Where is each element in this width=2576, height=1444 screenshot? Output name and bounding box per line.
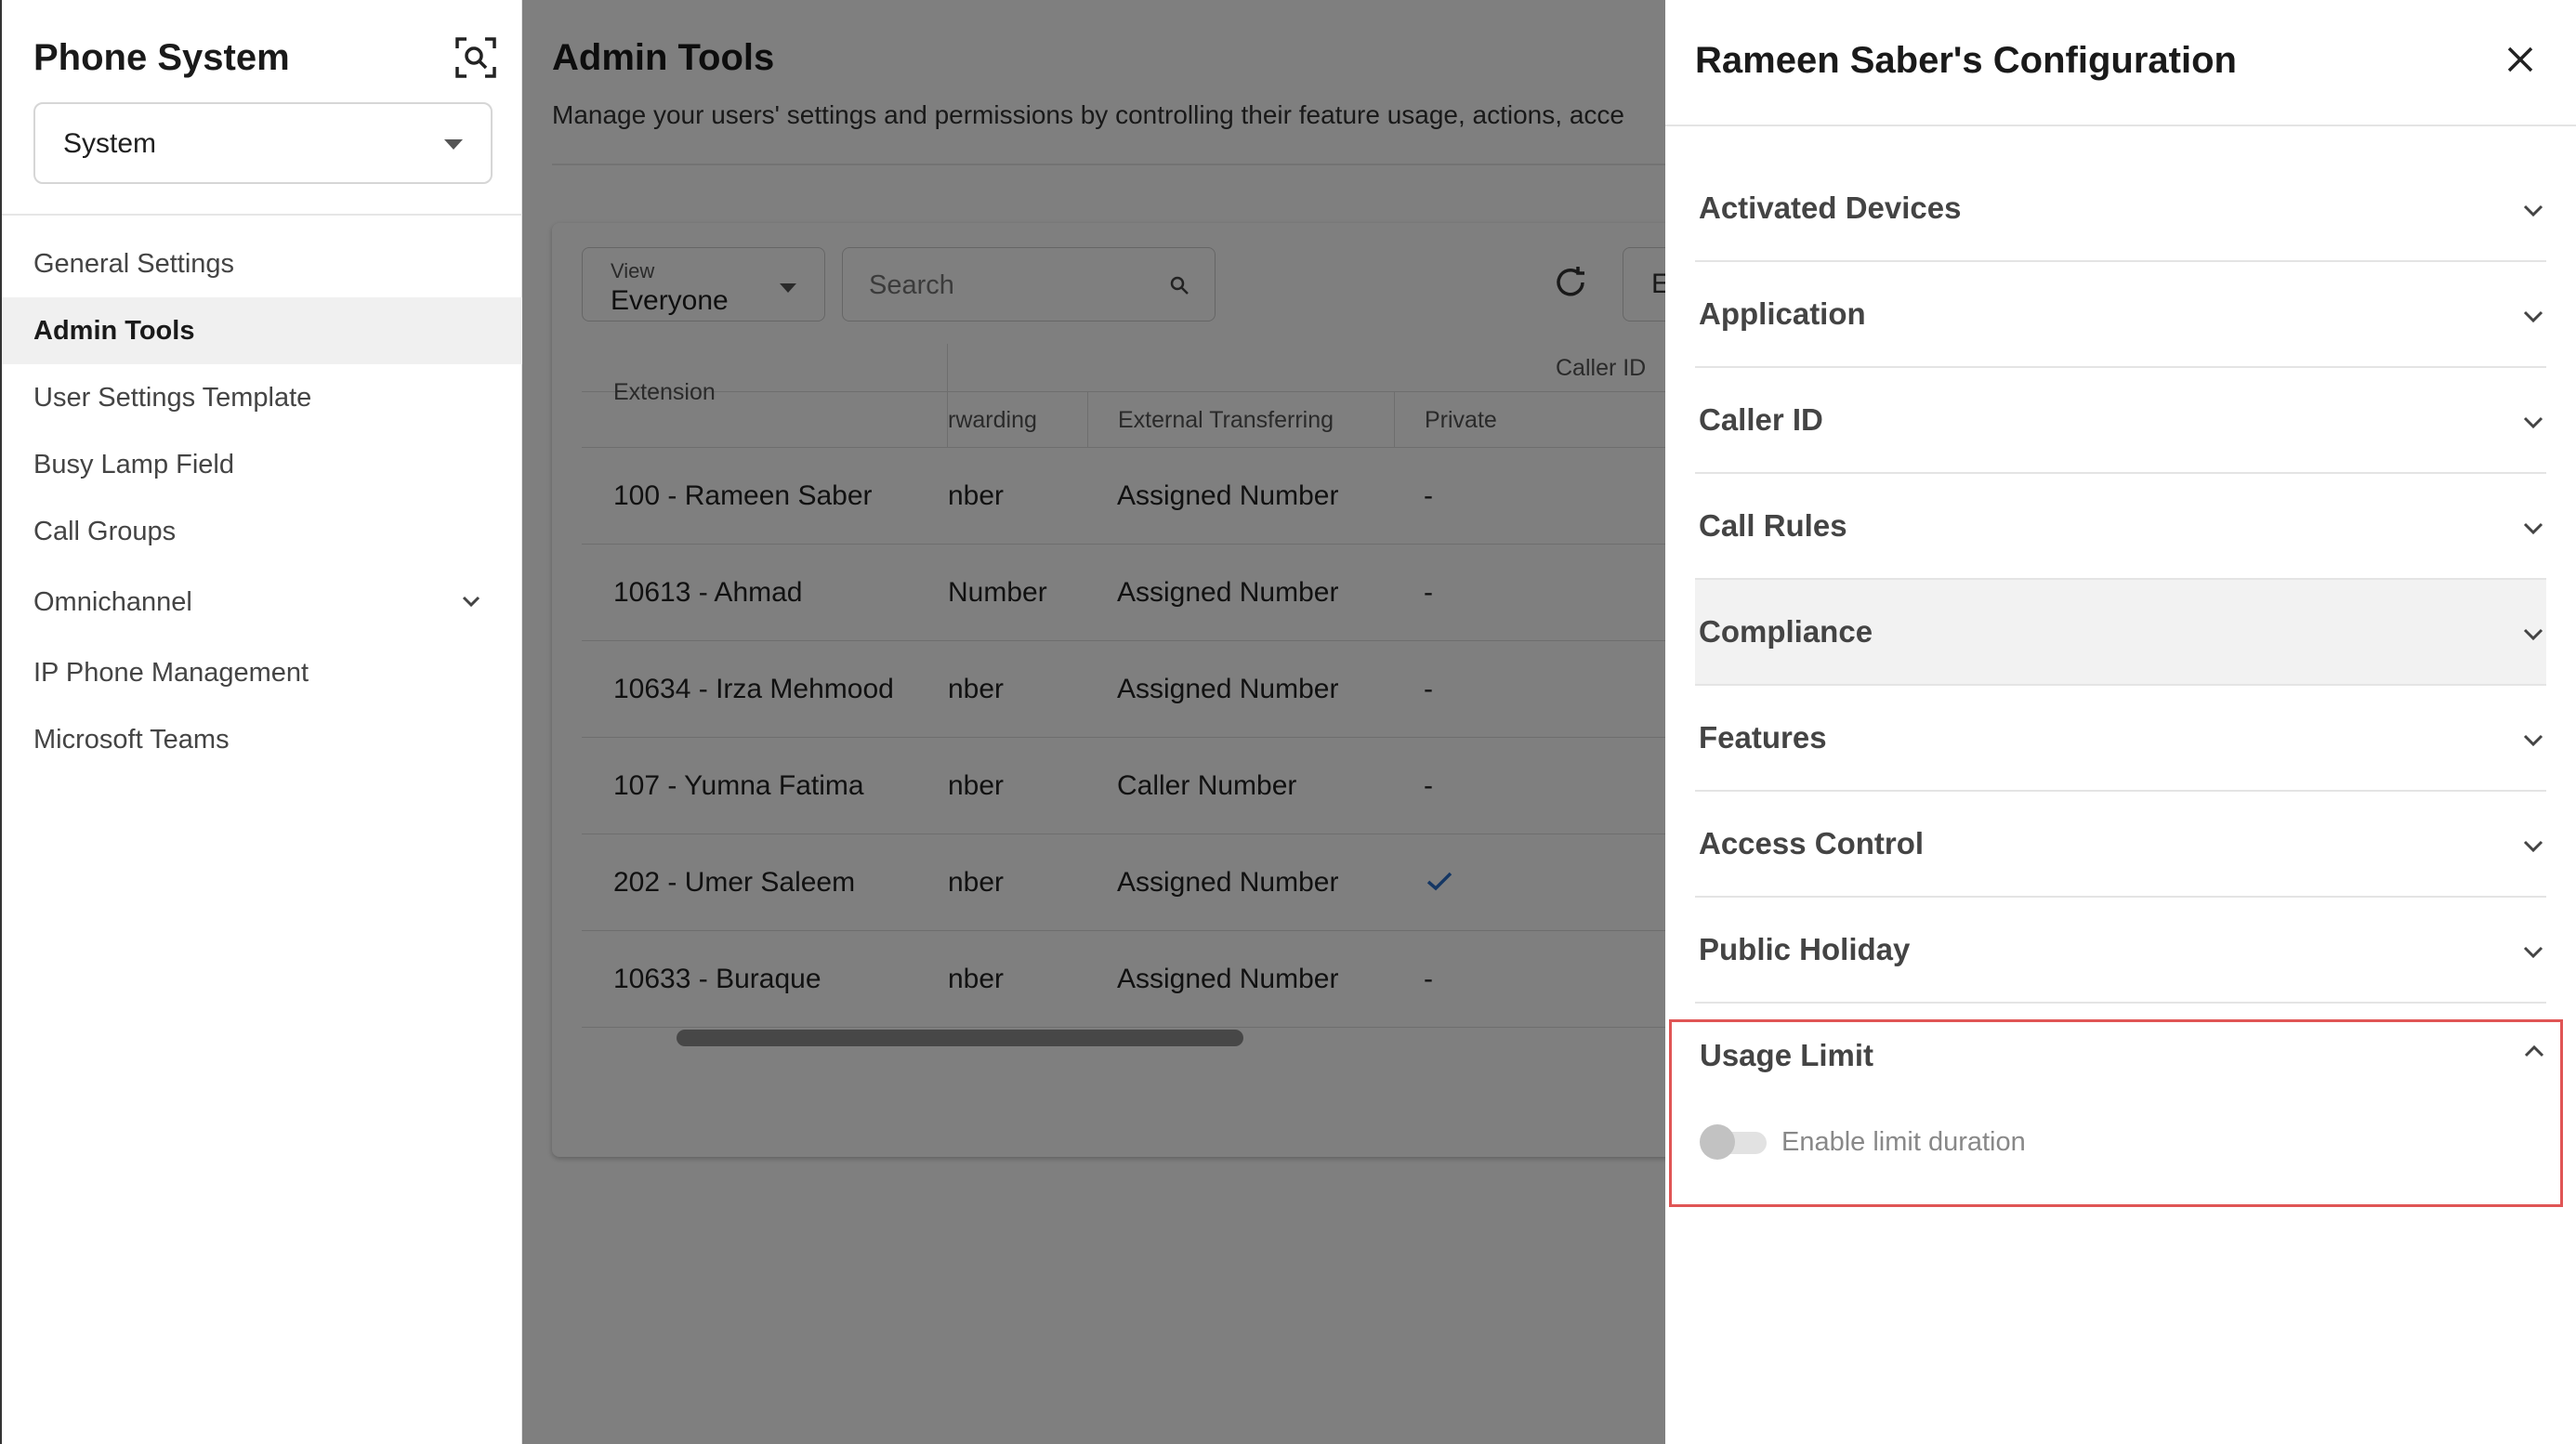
chevron-down-icon xyxy=(2523,522,2543,535)
sidebar-item-label: User Settings Template xyxy=(33,383,312,413)
toggle-thumb xyxy=(1700,1124,1735,1160)
accordion-label: Public Holiday xyxy=(1699,932,1911,966)
sidebar: Phone System System General Settings Adm… xyxy=(0,0,522,1444)
sidebar-item-label: General Settings xyxy=(33,249,235,279)
enable-limit-duration-toggle[interactable] xyxy=(1700,1124,1767,1160)
accordion-features[interactable]: Features xyxy=(1695,686,2546,792)
main-content: Admin Tools Manage your users' settings … xyxy=(522,0,1665,1444)
accordion-activated-devices[interactable]: Activated Devices xyxy=(1695,156,2546,262)
accordion-caller-id[interactable]: Caller ID xyxy=(1695,368,2546,474)
accordion-access-control[interactable]: Access Control xyxy=(1695,792,2546,898)
accordion-label: Features xyxy=(1699,720,1827,755)
sidebar-item-ip-phone-management[interactable]: IP Phone Management xyxy=(2,639,522,706)
sidebar-item-label: Omnichannel xyxy=(33,587,192,617)
sidebar-item-microsoft-teams[interactable]: Microsoft Teams xyxy=(2,706,522,773)
usage-limit-label[interactable]: Usage Limit xyxy=(1700,1035,1873,1076)
chevron-up-icon[interactable] xyxy=(2521,1039,2547,1065)
caret-down-icon xyxy=(444,139,463,150)
sidebar-item-label: Admin Tools xyxy=(33,316,195,346)
sidebar-item-label: Busy Lamp Field xyxy=(33,450,234,479)
sidebar-item-label: Call Groups xyxy=(33,517,177,546)
sidebar-divider xyxy=(2,214,522,216)
accordion-call-rules[interactable]: Call Rules xyxy=(1695,474,2546,580)
system-select[interactable]: System xyxy=(33,102,493,184)
accordion-label: Caller ID xyxy=(1699,402,1823,437)
accordion-application[interactable]: Application xyxy=(1695,262,2546,368)
sidebar-header: Phone System xyxy=(33,32,498,84)
chevron-down-icon xyxy=(2523,204,2543,217)
chevron-down-icon xyxy=(2523,946,2543,959)
sidebar-item-general-settings[interactable]: General Settings xyxy=(2,230,522,297)
sidebar-item-label: Microsoft Teams xyxy=(33,725,230,755)
drawer-divider xyxy=(1665,125,2576,126)
accordion-compliance[interactable]: Compliance xyxy=(1695,580,2546,686)
accordion-label: Call Rules xyxy=(1699,508,1847,543)
drawer-title: Rameen Saber's Configuration xyxy=(1695,40,2237,81)
accordion-label: Activated Devices xyxy=(1699,190,1962,225)
sidebar-title: Phone System xyxy=(33,37,290,78)
sidebar-item-label: IP Phone Management xyxy=(33,658,309,688)
accordion-public-holiday[interactable]: Public Holiday xyxy=(1695,898,2546,1004)
accordion-usage-limit: Usage Limit Enable limit duration xyxy=(1669,1019,2563,1207)
enable-limit-duration-label: Enable limit duration xyxy=(1781,1127,2026,1157)
chevron-down-icon xyxy=(462,596,480,608)
chevron-down-icon xyxy=(2523,416,2543,429)
system-select-value: System xyxy=(63,128,157,159)
accordion-label: Compliance xyxy=(1699,614,1873,649)
accordion-label: Application xyxy=(1699,296,1866,331)
scan-icon[interactable] xyxy=(453,35,498,80)
chevron-down-icon xyxy=(2523,840,2543,853)
configuration-drawer: Rameen Saber's Configuration Activated D… xyxy=(1665,0,2576,1444)
accordion-label: Access Control xyxy=(1699,826,1925,860)
sidebar-item-omnichannel[interactable]: Omnichannel xyxy=(2,565,522,639)
close-icon[interactable] xyxy=(2502,41,2539,78)
chevron-down-icon xyxy=(2523,628,2543,641)
sidebar-nav: General Settings Admin Tools User Settin… xyxy=(2,230,522,773)
chevron-down-icon xyxy=(2523,734,2543,747)
sidebar-item-call-groups[interactable]: Call Groups xyxy=(2,498,522,565)
chevron-down-icon xyxy=(2523,310,2543,323)
sidebar-item-admin-tools[interactable]: Admin Tools xyxy=(2,297,522,364)
sidebar-item-user-settings-template[interactable]: User Settings Template xyxy=(2,364,522,431)
sidebar-item-busy-lamp-field[interactable]: Busy Lamp Field xyxy=(2,431,522,498)
modal-backdrop[interactable] xyxy=(522,0,1665,1444)
